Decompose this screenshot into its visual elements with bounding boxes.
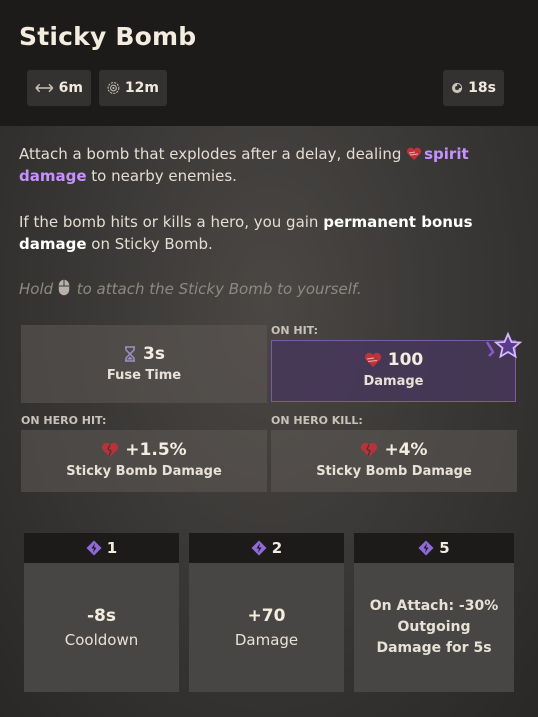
ability-header: Sticky Bomb 6m 12m 18s (0, 0, 538, 126)
upgrade-text: On Attach: -30% Outgoing Damage for 5s (369, 598, 499, 656)
description-line1: Attach a bomb that explodes after a dela… (19, 143, 519, 187)
radius-target-icon (107, 82, 120, 94)
description-text: to nearby enemies. (86, 167, 237, 185)
upgrade-star-icon (485, 331, 523, 359)
on-hit-value: 100 (387, 350, 424, 370)
on-hero-kill-cell: +4% Sticky Bomb Damage (271, 430, 517, 492)
upgrade-cost: 2 (271, 539, 283, 557)
upgrade-value: +70 (247, 606, 286, 626)
on-hero-kill-value: +4% (384, 440, 428, 460)
fuse-time-cell: 3s Fuse Time (21, 325, 267, 403)
on-hero-hit-header: ON HERO HIT: (21, 414, 107, 427)
upgrade-cost: 5 (439, 539, 450, 557)
on-hero-hit-cell: +1.5% Sticky Bomb Damage (21, 430, 267, 492)
description-text: on Sticky Bomb. (86, 235, 213, 253)
ability-point-icon (251, 540, 267, 556)
fuse-time-label: Fuse Time (106, 368, 182, 383)
upgrade-tier-1[interactable]: 1 -8s Cooldown (24, 533, 179, 692)
radius-stat: 12m (99, 70, 167, 106)
cooldown-value: 18s (468, 80, 496, 96)
cooldown-stat: 18s (443, 70, 504, 106)
broken-heart-icon (102, 442, 119, 457)
upgrade-label: Cooldown (64, 631, 139, 649)
range-value: 6m (58, 80, 83, 96)
ability-point-icon (418, 540, 434, 556)
range-arrows-icon (35, 83, 54, 93)
on-hero-hit-label: Sticky Bomb Damage (66, 464, 222, 479)
on-hero-hit-value: +1.5% (125, 440, 187, 460)
on-hero-kill-header: ON HERO KILL: (271, 414, 363, 427)
radius-value: 12m (124, 80, 159, 96)
hint-text: to attach the Sticky Bomb to yourself. (76, 280, 362, 298)
on-hero-kill-label: Sticky Bomb Damage (316, 464, 472, 479)
ability-title: Sticky Bomb (19, 22, 197, 51)
tier-header: 1 (24, 533, 179, 563)
upgrade-tier-2[interactable]: 2 +70 Damage (189, 533, 344, 692)
description-line2: If the bomb hits or kills a hero, you ga… (19, 211, 519, 255)
description-text: If the bomb hits or kills a hero, you ga… (19, 213, 324, 231)
upgrade-label: Damage (234, 631, 299, 649)
upgrade-value: -8s (86, 606, 116, 626)
on-hit-label: Damage (363, 374, 424, 389)
tier-header: 5 (354, 533, 514, 563)
cooldown-clock-icon (452, 82, 463, 94)
upgrade-cost: 1 (106, 539, 118, 557)
mouse-icon (58, 279, 70, 296)
on-hit-cell: 100 Damage (271, 340, 516, 402)
description-text: Attach a bomb that explodes after a dela… (19, 145, 407, 163)
hint-text: Hold (19, 280, 54, 298)
upgrade-tier-3[interactable]: 5 On Attach: -30% Outgoing Damage for 5s (354, 533, 514, 692)
ability-point-icon (86, 540, 102, 556)
spirit-heart-icon (364, 352, 381, 367)
tier-header: 2 (189, 533, 344, 563)
range-stat: 6m (27, 70, 91, 106)
on-hit-header: ON HIT: (271, 324, 318, 337)
spirit-heart-icon (407, 147, 422, 160)
hourglass-icon (125, 346, 136, 362)
fuse-time-value: 3s (143, 344, 165, 364)
alt-cast-hint: Hold to attach the Sticky Bomb to yourse… (19, 279, 362, 298)
broken-heart-icon (361, 442, 378, 457)
ability-body: Attach a bomb that explodes after a dela… (0, 126, 538, 717)
